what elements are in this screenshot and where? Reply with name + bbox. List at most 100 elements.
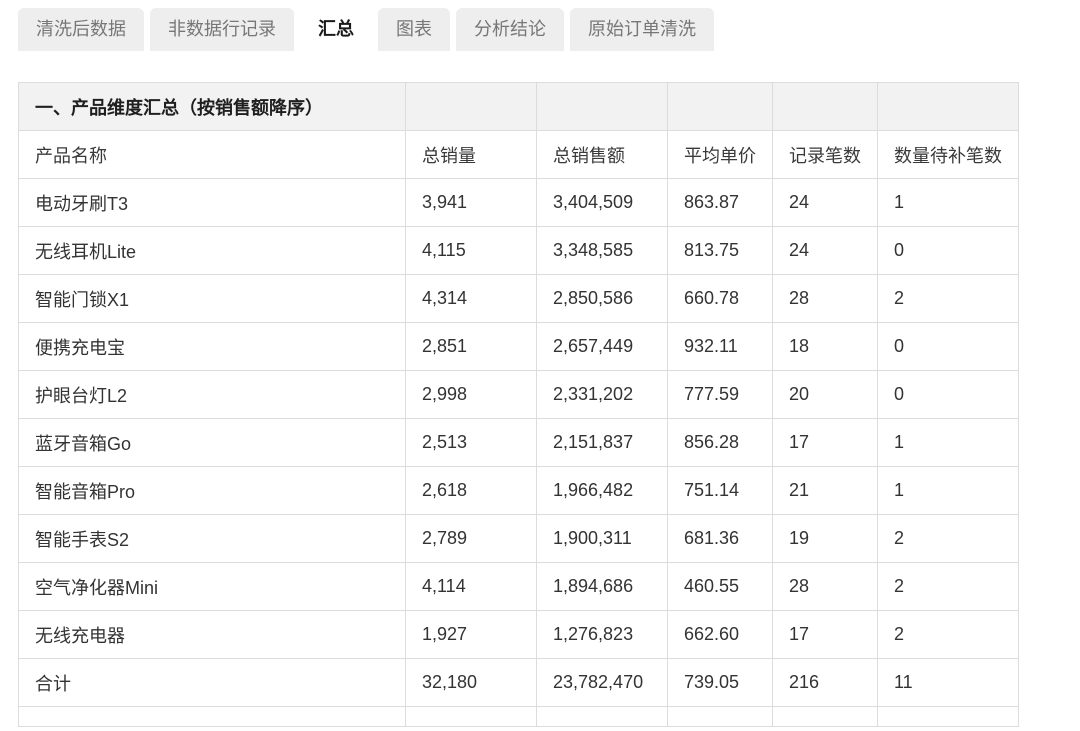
sheet-tab-bar: 清洗后数据 非数据行记录 汇总 图表 分析结论 原始订单清洗 — [18, 8, 714, 51]
table-cell[interactable]: 2,618 — [405, 466, 537, 515]
table-cell[interactable]: 660.78 — [667, 274, 773, 323]
table-cell[interactable]: 2,850,586 — [536, 274, 668, 323]
section-title-cell[interactable]: 一、产品维度汇总（按销售额降序） — [18, 82, 406, 131]
table-cell[interactable]: 空气净化器Mini — [18, 562, 406, 611]
table-cell[interactable]: 32,180 — [405, 658, 537, 707]
table-cell[interactable]: 2,331,202 — [536, 370, 668, 419]
table-cell[interactable]: 4,114 — [405, 562, 537, 611]
table-cell[interactable]: 19 — [772, 514, 878, 563]
table-cell[interactable]: 739.05 — [667, 658, 773, 707]
tab-non-data-rows[interactable]: 非数据行记录 — [150, 8, 294, 51]
table-cell[interactable]: 2,998 — [405, 370, 537, 419]
table-row: 便携充电宝 2,851 2,657,449 932.11 18 0 — [18, 322, 1019, 371]
table-cell[interactable]: 0 — [877, 370, 1019, 419]
empty-cell[interactable] — [667, 706, 773, 727]
tab-charts[interactable]: 图表 — [378, 8, 450, 51]
table-cell[interactable]: 2,151,837 — [536, 418, 668, 467]
empty-cell[interactable] — [536, 82, 668, 131]
table-row: 智能手表S2 2,789 1,900,311 681.36 19 2 — [18, 514, 1019, 563]
empty-cell[interactable] — [18, 706, 406, 727]
header-cell-total-sales[interactable]: 总销售额 — [536, 130, 668, 179]
table-cell[interactable]: 1 — [877, 418, 1019, 467]
empty-cell[interactable] — [405, 82, 537, 131]
table-cell[interactable]: 24 — [772, 226, 878, 275]
table-cell[interactable]: 662.60 — [667, 610, 773, 659]
table-cell[interactable]: 932.11 — [667, 322, 773, 371]
header-cell-total-quantity[interactable]: 总销量 — [405, 130, 537, 179]
empty-cell[interactable] — [877, 706, 1019, 727]
table-cell[interactable]: 2,851 — [405, 322, 537, 371]
empty-cell[interactable] — [405, 706, 537, 727]
table-cell[interactable]: 3,348,585 — [536, 226, 668, 275]
tab-summary[interactable]: 汇总 — [300, 8, 372, 51]
header-cell-pending-count[interactable]: 数量待补笔数 — [877, 130, 1019, 179]
table-cell[interactable]: 1 — [877, 466, 1019, 515]
empty-cell[interactable] — [772, 706, 878, 727]
table-cell[interactable]: 1,966,482 — [536, 466, 668, 515]
table-cell[interactable]: 无线充电器 — [18, 610, 406, 659]
table-cell[interactable]: 2,789 — [405, 514, 537, 563]
table-cell[interactable]: 28 — [772, 274, 878, 323]
header-cell-avg-price[interactable]: 平均单价 — [667, 130, 773, 179]
table-cell[interactable]: 460.55 — [667, 562, 773, 611]
table-cell[interactable]: 17 — [772, 418, 878, 467]
table-cell[interactable]: 2 — [877, 562, 1019, 611]
table-cell[interactable]: 2,513 — [405, 418, 537, 467]
table-cell[interactable]: 11 — [877, 658, 1019, 707]
total-row: 合计 32,180 23,782,470 739.05 216 11 — [18, 658, 1019, 707]
table-cell[interactable]: 681.36 — [667, 514, 773, 563]
table-cell[interactable]: 23,782,470 — [536, 658, 668, 707]
table-cell[interactable]: 1,276,823 — [536, 610, 668, 659]
table-cell[interactable]: 863.87 — [667, 178, 773, 227]
summary-table: 一、产品维度汇总（按销售额降序） 产品名称 总销量 总销售额 平均单价 记录笔数… — [18, 82, 1019, 727]
header-cell-product-name[interactable]: 产品名称 — [18, 130, 406, 179]
table-cell[interactable]: 4,115 — [405, 226, 537, 275]
table-cell[interactable]: 护眼台灯L2 — [18, 370, 406, 419]
table-cell[interactable]: 2 — [877, 610, 1019, 659]
table-cell[interactable]: 无线耳机Lite — [18, 226, 406, 275]
table-cell[interactable]: 18 — [772, 322, 878, 371]
header-cell-record-count[interactable]: 记录笔数 — [772, 130, 878, 179]
table-cell[interactable]: 216 — [772, 658, 878, 707]
table-cell[interactable]: 1,894,686 — [536, 562, 668, 611]
table-cell[interactable]: 1 — [877, 178, 1019, 227]
table-cell[interactable]: 智能手表S2 — [18, 514, 406, 563]
table-row: 智能门锁X1 4,314 2,850,586 660.78 28 2 — [18, 274, 1019, 323]
tab-cleaned-data[interactable]: 清洗后数据 — [18, 8, 144, 51]
table-cell[interactable]: 2 — [877, 274, 1019, 323]
table-cell[interactable]: 20 — [772, 370, 878, 419]
table-row: 蓝牙音箱Go 2,513 2,151,837 856.28 17 1 — [18, 418, 1019, 467]
table-cell[interactable]: 智能门锁X1 — [18, 274, 406, 323]
tab-raw-order-cleaning[interactable]: 原始订单清洗 — [570, 8, 714, 51]
table-header-row: 产品名称 总销量 总销售额 平均单价 记录笔数 数量待补笔数 — [18, 130, 1019, 179]
tab-analysis-conclusion[interactable]: 分析结论 — [456, 8, 564, 51]
empty-cell[interactable] — [667, 82, 773, 131]
table-cell[interactable]: 1,900,311 — [536, 514, 668, 563]
table-cell[interactable]: 合计 — [18, 658, 406, 707]
table-cell[interactable]: 28 — [772, 562, 878, 611]
table-cell[interactable]: 24 — [772, 178, 878, 227]
table-cell[interactable]: 2 — [877, 514, 1019, 563]
table-cell[interactable]: 856.28 — [667, 418, 773, 467]
table-cell[interactable]: 蓝牙音箱Go — [18, 418, 406, 467]
empty-cell[interactable] — [536, 706, 668, 727]
table-cell[interactable]: 4,314 — [405, 274, 537, 323]
table-cell[interactable]: 21 — [772, 466, 878, 515]
empty-cell[interactable] — [877, 82, 1019, 131]
table-cell[interactable]: 777.59 — [667, 370, 773, 419]
table-cell[interactable]: 17 — [772, 610, 878, 659]
table-cell[interactable]: 0 — [877, 322, 1019, 371]
table-cell[interactable]: 3,941 — [405, 178, 537, 227]
table-row: 智能音箱Pro 2,618 1,966,482 751.14 21 1 — [18, 466, 1019, 515]
table-cell[interactable]: 3,404,509 — [536, 178, 668, 227]
table-cell[interactable]: 电动牙刷T3 — [18, 178, 406, 227]
table-cell[interactable]: 便携充电宝 — [18, 322, 406, 371]
table-cell[interactable]: 0 — [877, 226, 1019, 275]
empty-cell[interactable] — [772, 82, 878, 131]
table-cell[interactable]: 2,657,449 — [536, 322, 668, 371]
table-row — [18, 706, 1019, 727]
table-cell[interactable]: 751.14 — [667, 466, 773, 515]
table-cell[interactable]: 1,927 — [405, 610, 537, 659]
table-cell[interactable]: 智能音箱Pro — [18, 466, 406, 515]
table-cell[interactable]: 813.75 — [667, 226, 773, 275]
